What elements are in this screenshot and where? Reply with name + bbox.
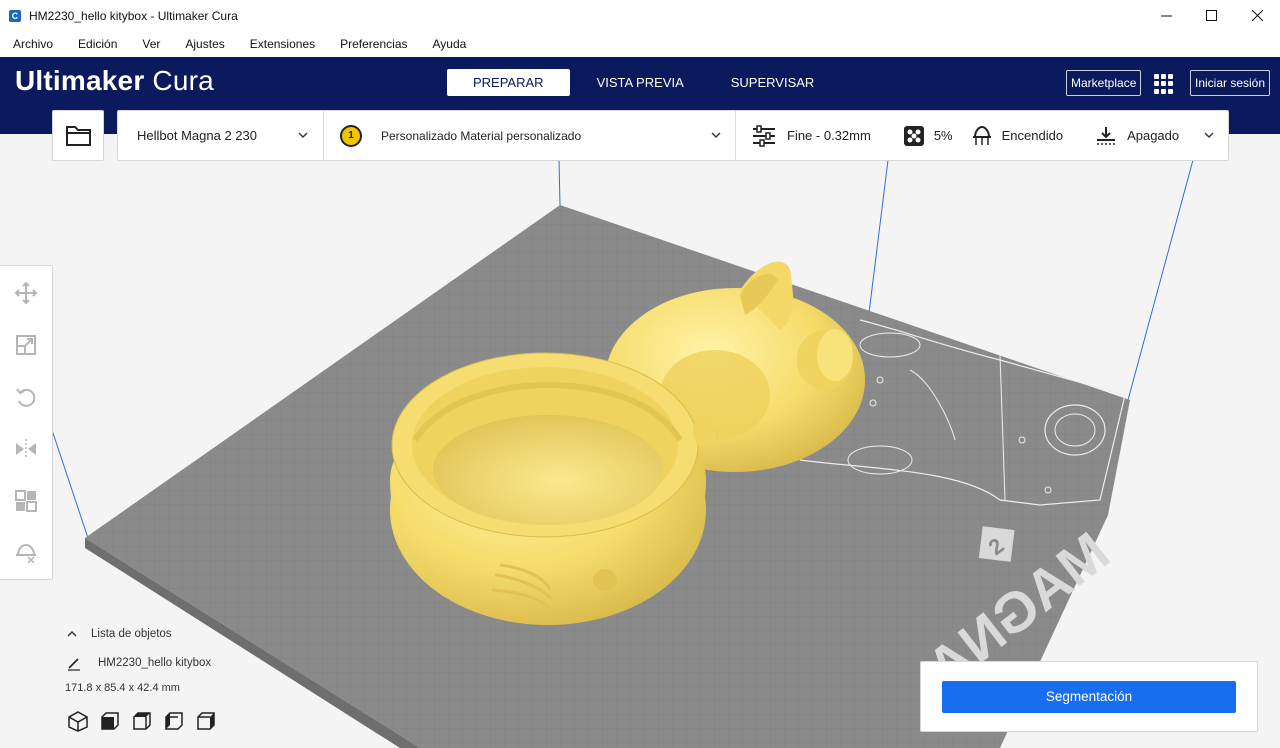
tab-supervisar[interactable]: SUPERVISAR xyxy=(711,69,835,96)
menu-ver[interactable]: Ver xyxy=(142,37,160,51)
brand-logo: Ultimaker Cura xyxy=(15,65,214,97)
close-icon xyxy=(1251,10,1263,21)
adhesion-icon xyxy=(1097,126,1116,145)
rotate-tool-button[interactable] xyxy=(12,383,40,411)
object-list-title: Lista de objetos xyxy=(91,628,172,640)
marketplace-button[interactable]: Marketplace xyxy=(1066,70,1142,96)
apps-grid-icon[interactable] xyxy=(1154,74,1174,94)
mirror-icon xyxy=(16,439,36,459)
minimize-icon xyxy=(1160,15,1172,17)
infill-label: 5% xyxy=(933,128,953,143)
brand-light: Cura xyxy=(152,65,214,96)
menu-ayuda[interactable]: Ayuda xyxy=(433,37,467,51)
build-volume-edge xyxy=(51,429,89,539)
object-dimensions: 171.8 x 85.4 x 42.4 mm xyxy=(65,682,180,694)
menu-extensiones[interactable]: Extensiones xyxy=(250,37,315,51)
minimize-button[interactable] xyxy=(1143,0,1189,31)
menu-ajustes[interactable]: Ajustes xyxy=(185,37,224,51)
per-model-settings-button[interactable] xyxy=(12,487,40,515)
menu-archivo[interactable]: Archivo xyxy=(13,37,53,51)
print-settings-selector[interactable]: Fine - 0.32mm 5% Encendido Apagado xyxy=(735,111,1228,160)
tab-preparar[interactable]: PREPARAR xyxy=(447,69,570,96)
chevron-down-icon xyxy=(711,130,721,142)
folder-icon xyxy=(66,126,91,146)
build-volume-edge xyxy=(1127,159,1194,401)
build-volume-edge xyxy=(558,159,561,206)
menu-edicion[interactable]: Edición xyxy=(78,37,117,51)
slice-button[interactable]: Segmentación xyxy=(942,681,1236,713)
brand-bold: Ultimaker xyxy=(15,65,145,96)
maximize-icon xyxy=(1205,10,1217,21)
title-bar: C HM2230_hello kitybox - Ultimaker Cura xyxy=(0,0,1280,31)
cura-app-icon: C xyxy=(9,9,21,22)
menu-preferencias[interactable]: Preferencias xyxy=(340,37,407,51)
maximize-button[interactable] xyxy=(1188,0,1234,31)
support-label: Encendido xyxy=(1001,128,1064,143)
per-model-settings-icon xyxy=(15,490,37,512)
chevron-up-icon xyxy=(67,631,77,637)
material-name: Personalizado Material personalizado xyxy=(381,128,582,143)
object-name-row[interactable]: HM2230_hello kitybox xyxy=(62,652,302,674)
extruder-badge: 1 xyxy=(340,124,362,147)
profile-label: Fine - 0.32mm xyxy=(787,128,871,143)
material-selector[interactable]: 1 Personalizado Material personalizado xyxy=(323,111,735,160)
support-blocker-button[interactable] xyxy=(12,539,40,567)
pencil-icon xyxy=(68,658,80,671)
3d-view-icon[interactable] xyxy=(66,710,90,732)
signin-button[interactable]: Iniciar sesión xyxy=(1190,70,1271,96)
open-file-button[interactable] xyxy=(52,110,104,161)
slice-panel: Segmentación xyxy=(920,661,1258,732)
stage-tabs: PREPARAR VISTA PREVIA SUPERVISAR xyxy=(447,69,841,96)
top-view-icon[interactable] xyxy=(130,710,154,732)
support-blocker-icon xyxy=(16,543,36,564)
move-icon xyxy=(14,281,38,305)
front-view-icon[interactable] xyxy=(98,710,122,732)
object-list-panel: Lista de objetos HM2230_hello kitybox 17… xyxy=(62,624,302,732)
right-view-icon[interactable] xyxy=(194,710,218,732)
view-orientation-buttons xyxy=(66,710,302,732)
tab-vista-previa[interactable]: VISTA PREVIA xyxy=(577,69,704,96)
object-list-header[interactable]: Lista de objetos xyxy=(62,624,302,644)
object-name: HM2230_hello kitybox xyxy=(98,657,212,669)
transform-toolbar xyxy=(0,265,53,580)
close-window-button[interactable] xyxy=(1234,0,1280,31)
scale-icon xyxy=(16,335,36,355)
infill-icon xyxy=(903,125,924,146)
mirror-tool-button[interactable] xyxy=(12,435,40,463)
move-tool-button[interactable] xyxy=(12,279,40,307)
rotate-icon xyxy=(16,388,36,407)
adhesion-label: Apagado xyxy=(1127,128,1180,143)
printer-selector[interactable]: Hellbot Magna 2 230 xyxy=(118,111,323,160)
window-title: HM2230_hello kitybox - Ultimaker Cura xyxy=(29,8,238,23)
chevron-down-icon xyxy=(298,130,308,142)
menu-bar: Archivo Edición Ver Ajustes Extensiones … xyxy=(0,31,1280,57)
chevron-down-icon xyxy=(1204,130,1214,142)
print-setup-bar: Hellbot Magna 2 230 1 Personalizado Mate… xyxy=(117,110,1229,161)
scale-tool-button[interactable] xyxy=(12,331,40,359)
printer-name: Hellbot Magna 2 230 xyxy=(137,128,257,143)
support-icon xyxy=(972,125,991,145)
left-view-icon[interactable] xyxy=(162,710,186,732)
settings-sliders-icon xyxy=(753,124,775,147)
